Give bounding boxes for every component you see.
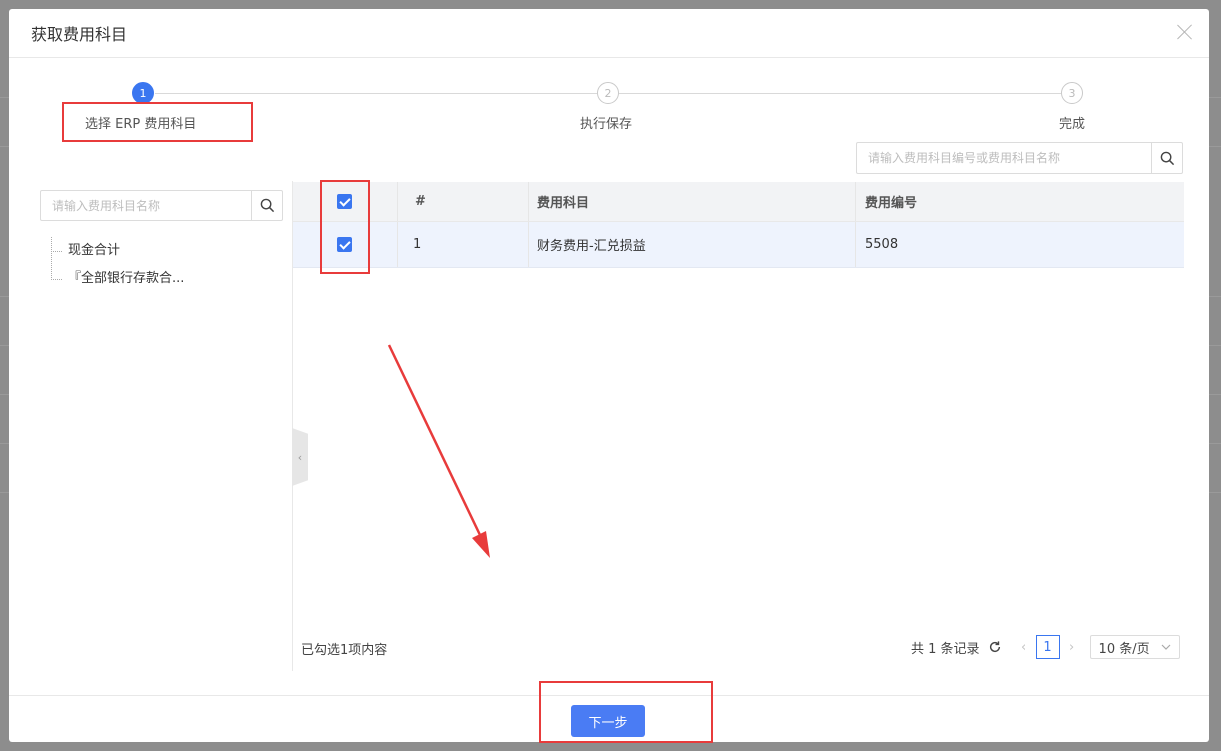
- step-1-label: 选择 ERP 费用科目: [85, 117, 197, 132]
- tree-search-button[interactable]: [251, 191, 282, 220]
- step-connector: [619, 93, 1061, 94]
- chevron-left-icon: ‹: [297, 450, 303, 464]
- next-page-button[interactable]: ›: [1064, 640, 1080, 655]
- collapse-panel-handle[interactable]: ‹: [292, 428, 308, 486]
- tree-item-cash-total[interactable]: 现金合计: [47, 237, 184, 265]
- step-2-indicator: 2: [597, 82, 619, 104]
- selection-info: 已勾选1项内容: [301, 643, 388, 658]
- close-icon[interactable]: [1177, 24, 1193, 40]
- tree-item-label: 『全部银行存款合...: [68, 271, 185, 286]
- header-index: #: [398, 182, 529, 221]
- row-account: 财务费用-汇兑损益: [529, 222, 856, 267]
- refresh-icon[interactable]: [988, 640, 1002, 654]
- page-size-label: 10 条/页: [1098, 641, 1150, 657]
- account-search-button[interactable]: [1151, 143, 1182, 173]
- account-search-input[interactable]: [857, 143, 1151, 173]
- step-connector: [155, 93, 597, 94]
- row-index: 1: [398, 222, 529, 267]
- account-table: # 费用科目 费用编号 1 财务费用-汇兑损益 5508: [293, 182, 1184, 268]
- row-select-cell: [293, 222, 398, 267]
- modal-footer: 下一步: [9, 695, 1209, 742]
- modal-dialog: 获取费用科目 1 选择 ERP 费用科目 2 执行保存 3 完成 请输入费用科目…: [9, 9, 1209, 742]
- tree-item-bank-deposits[interactable]: 『全部银行存款合...: [47, 265, 184, 293]
- header-select-cell: [293, 182, 398, 221]
- search-icon: [1160, 151, 1174, 165]
- pagination-total: 共 1 条记录: [911, 641, 980, 657]
- table-header: # 费用科目 费用编号: [293, 182, 1184, 222]
- row-code: 5508: [865, 237, 899, 252]
- account-tree: 现金合计 『全部银行存款合...: [47, 237, 184, 293]
- search-icon: [260, 198, 274, 213]
- header-code: 费用编号: [865, 196, 918, 211]
- table-row[interactable]: 1 财务费用-汇兑损益 5508: [293, 222, 1184, 268]
- header-account: 费用科目: [529, 182, 856, 221]
- step-1-indicator: 1: [132, 82, 154, 104]
- tree-item-label: 现金合计: [68, 243, 121, 258]
- tree-branch: [51, 279, 62, 280]
- next-step-button[interactable]: 下一步: [571, 705, 645, 737]
- modal-header: 获取费用科目: [9, 9, 1209, 58]
- modal-title: 获取费用科目: [31, 25, 128, 44]
- tree-search-box: [40, 190, 283, 221]
- tree-search-input[interactable]: [41, 191, 251, 220]
- page-number-button[interactable]: 1: [1035, 635, 1060, 659]
- account-search-box: [856, 142, 1183, 174]
- tree-branch: [51, 251, 62, 252]
- pagination: 共 1 条记录 ‹ 1 › 10 条/页: [911, 635, 1180, 659]
- step-3-label: 完成: [1059, 117, 1086, 132]
- select-all-checkbox[interactable]: [337, 194, 352, 209]
- steps-bar: 1 选择 ERP 费用科目 2 执行保存 3 完成: [9, 58, 1209, 148]
- chevron-down-icon: [1161, 642, 1171, 653]
- step-2-label: 执行保存: [580, 117, 633, 132]
- row-checkbox[interactable]: [337, 237, 352, 252]
- page-size-select[interactable]: 10 条/页: [1089, 635, 1180, 659]
- step-3-indicator: 3: [1061, 82, 1083, 104]
- prev-page-button[interactable]: ‹: [1016, 640, 1032, 655]
